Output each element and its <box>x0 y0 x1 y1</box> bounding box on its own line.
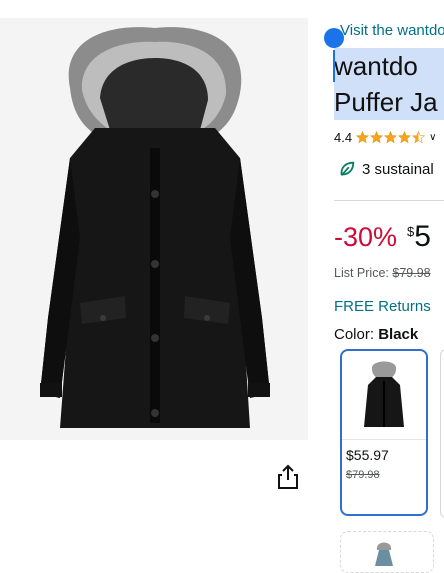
star-icon <box>398 130 412 143</box>
rating-value: 4.4 <box>334 129 353 145</box>
color-label: Color: <box>334 326 375 343</box>
discount-percent: -30% <box>334 222 398 252</box>
swatch-thumbnail <box>364 361 404 427</box>
price-whole: 5 <box>414 220 431 253</box>
color-swatch-row2[interactable] <box>340 531 434 573</box>
list-price-label: List Price: <box>334 266 389 280</box>
product-title: wantdo Puffer Ja <box>334 48 444 120</box>
star-icon <box>356 130 370 143</box>
selection-caret <box>333 50 335 82</box>
visit-store-link[interactable]: Visit the wantdo <box>340 22 444 39</box>
list-price: List Price: $79.98 <box>334 266 431 280</box>
color-swatch-next[interactable] <box>440 349 444 518</box>
list-price-value: $79.98 <box>392 266 431 280</box>
star-icon <box>384 130 398 143</box>
color-value: Black <box>378 326 419 343</box>
color-swatch-black[interactable]: $55.97 $79.98 <box>340 349 428 516</box>
leaf-icon <box>340 161 355 176</box>
product-title-line-1: wantdo <box>334 51 418 81</box>
product-title-line-2: Puffer Ja <box>334 84 444 120</box>
star-rating <box>356 130 426 144</box>
price-block: -30% $ 5 <box>334 220 431 253</box>
rating-row[interactable]: 4.4 ∨ <box>334 128 436 146</box>
swatch-divider <box>342 439 426 440</box>
divider <box>334 200 444 201</box>
selection-handle[interactable] <box>324 28 344 48</box>
share-icon[interactable] <box>276 463 300 491</box>
sustainability-text: 3 sustainal <box>362 160 434 178</box>
swatch-list-price: $79.98 <box>346 469 380 481</box>
color-selector-label: Color: Black <box>334 326 418 343</box>
product-image[interactable] <box>0 18 308 440</box>
sustainability-badge[interactable]: 3 sustainal <box>338 160 434 178</box>
currency-symbol: $ <box>407 224 415 239</box>
chevron-down-icon[interactable]: ∨ <box>429 132 436 143</box>
star-icon <box>370 130 384 143</box>
swatch-price: $55.97 <box>346 447 389 463</box>
star-half-icon <box>412 130 426 143</box>
free-returns-link[interactable]: FREE Returns <box>334 298 431 315</box>
swatch-thumbnail <box>375 542 393 566</box>
